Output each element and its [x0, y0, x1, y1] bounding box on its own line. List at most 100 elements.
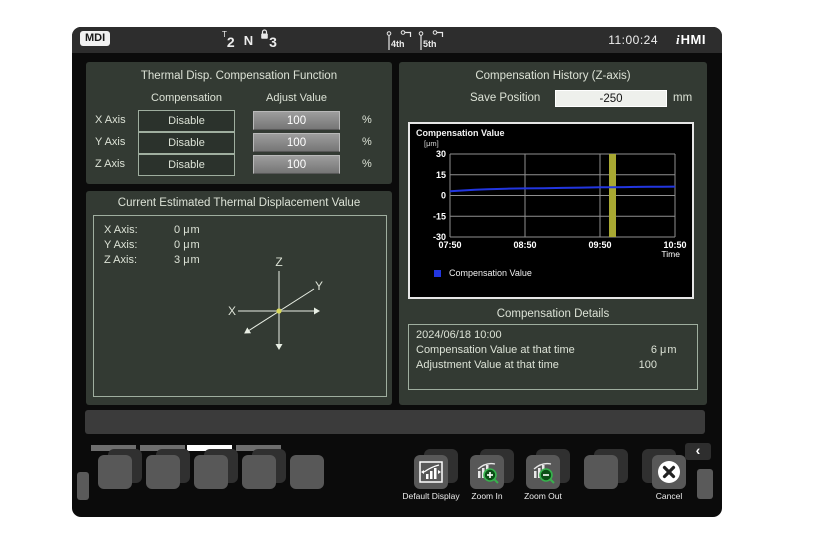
axis-indicator-label: 5th [423, 39, 437, 49]
sequence-number: 3 [269, 35, 277, 51]
compensation-toggle-y[interactable]: Disable [138, 132, 235, 154]
z-axis-label: Z [275, 255, 282, 269]
percent-unit-label: % [362, 136, 372, 148]
panel-title: Current Estimated Thermal Displacement V… [86, 197, 392, 209]
softkey-3-button[interactable] [194, 455, 228, 489]
column-header-compensation: Compensation [138, 92, 235, 104]
save-position-unit: mm [673, 92, 692, 104]
left-edge-tab[interactable] [77, 472, 89, 500]
details-row: Compensation Value at that time6μm [416, 343, 690, 358]
estimated-displacement-panel: Current Estimated Thermal Displacement V… [86, 191, 392, 405]
percent-unit-label: % [362, 114, 372, 126]
status-bar-right: 11:00:24 iHMI [608, 27, 706, 53]
default-display-button[interactable] [414, 455, 448, 489]
default-display-label: Default Display [399, 491, 463, 501]
right-edge-tab[interactable] [697, 469, 713, 499]
adjust-value-input-z[interactable]: 100 [253, 155, 340, 174]
panel-title: Thermal Disp. Compensation Function [86, 70, 392, 82]
axis-indicator-label: 4th [391, 39, 405, 49]
zoom-out-icon magnifier-minus [529, 458, 557, 486]
hmi-screen: MDI T 2 N 3 4th 5th 11:00:24 iHMI Thermal… [72, 27, 722, 517]
compensation-history-panel: Compensation History (Z-axis) Save Posit… [399, 62, 707, 405]
status-bar: MDI T 2 N 3 4th 5th 11:00:24 iHMI [72, 27, 722, 53]
comp-function-row: Y Axis Disable 100% [86, 132, 392, 154]
svg-text:09:50: 09:50 [588, 240, 611, 250]
estimated-axis-label: X Axis: [104, 224, 174, 236]
clock: 11:00:24 [608, 33, 658, 47]
details-row: Adjustment Value at that time100 [416, 358, 690, 373]
axis-row-label: X Axis [95, 114, 126, 126]
zoom-out-label: Zoom Out [511, 491, 575, 501]
compensation-details-box: 2024/06/18 10:00 Compensation Value at t… [408, 324, 698, 390]
zoom-in-label: Zoom In [455, 491, 519, 501]
axis-indicator-4th: 4th [386, 29, 416, 51]
lock-icon [260, 29, 269, 43]
mode-badge: MDI [80, 31, 110, 46]
svg-text:15: 15 [436, 170, 446, 180]
percent-unit-label: % [362, 158, 372, 170]
details-row-unit: μm [657, 343, 690, 358]
zoom-in-button[interactable] [470, 455, 504, 489]
estimated-row: Y Axis:0 μm [104, 239, 201, 251]
zoom-in-icon magnifier-plus [473, 458, 501, 486]
svg-text:30: 30 [436, 149, 446, 159]
details-row-value: 6 [617, 343, 657, 358]
svg-text:-15: -15 [433, 211, 446, 221]
tool-number: 2 [227, 35, 235, 51]
sequence-letter: N [244, 33, 253, 51]
estimated-unit: μm [183, 224, 201, 236]
panel-title: Compensation History (Z-axis) [399, 70, 707, 82]
svg-text:Time: Time [661, 249, 680, 259]
compensation-toggle-z[interactable]: Disable [138, 154, 235, 176]
estimated-values-box: X Axis:0 μmY Axis:0 μmZ Axis:3 μm Z X Y [93, 215, 387, 397]
softkey-2-button[interactable] [146, 455, 180, 489]
estimated-unit: μm [183, 239, 201, 251]
save-position-input[interactable]: -250 [555, 90, 667, 107]
svg-text:0: 0 [441, 191, 446, 201]
comp-function-row: X Axis Disable 100% [86, 110, 392, 132]
estimated-value: 0 [174, 224, 183, 236]
softkey-6-button[interactable] [584, 455, 618, 489]
compensation-toggle-x[interactable]: Disable [138, 110, 235, 132]
legend-label: Compensation Value [449, 268, 532, 278]
x-axis-label: X [228, 304, 236, 318]
estimated-axis-label: Y Axis: [104, 239, 174, 251]
cancel-label: Cancel [637, 491, 701, 501]
y-axis-label: Y [315, 279, 323, 293]
estimated-value: 3 [174, 254, 183, 266]
adjust-value-input-x[interactable]: 100 [253, 111, 340, 130]
details-row-label: Compensation Value at that time [416, 343, 617, 358]
estimated-axis-label: Z Axis: [104, 254, 174, 266]
details-row-label: Adjustment Value at that time [416, 358, 617, 373]
adjust-value-input-y[interactable]: 100 [253, 133, 340, 152]
save-position-row: Save Position -250 mm [399, 90, 707, 108]
cancel-button[interactable] [652, 455, 686, 489]
axis-row-label: Y Axis [95, 136, 125, 148]
details-title: Compensation Details [399, 308, 707, 320]
cancel-icon [654, 457, 684, 487]
axis-row-label: Z Axis [95, 158, 125, 170]
default-display-icon [417, 458, 445, 486]
chart-legend: Compensation Value [434, 268, 532, 278]
thermal-compensation-panel: Thermal Disp. Compensation Function Comp… [86, 62, 392, 184]
xyz-axes-diagram: Z X Y [214, 246, 334, 364]
compensation-history-chart: Compensation Value [μm] 30150-15-3007:50… [408, 122, 694, 299]
message-strip [85, 410, 705, 434]
softkey-1-button[interactable] [98, 455, 132, 489]
legend-swatch [434, 270, 441, 277]
softkey-4-button[interactable] [242, 455, 276, 489]
column-header-adjust-value: Adjust Value [253, 92, 340, 104]
zoom-out-button[interactable] [526, 455, 560, 489]
estimated-unit: μm [183, 254, 201, 266]
collapse-toolbar-button[interactable]: ‹ [685, 443, 711, 460]
tool-sequence-group: T 2 N 3 [222, 29, 277, 51]
comp-function-row: Z Axis Disable 100% [86, 154, 392, 176]
svg-text:07:50: 07:50 [438, 240, 461, 250]
ihmi-logo: iHMI [676, 32, 706, 48]
details-row-value: 100 [617, 358, 657, 373]
softkey-5-button[interactable] [290, 455, 324, 489]
details-row-unit [657, 358, 690, 373]
save-position-label: Save Position [470, 92, 540, 104]
estimated-row: X Axis:0 μm [104, 224, 201, 236]
estimated-value: 0 [174, 239, 183, 251]
